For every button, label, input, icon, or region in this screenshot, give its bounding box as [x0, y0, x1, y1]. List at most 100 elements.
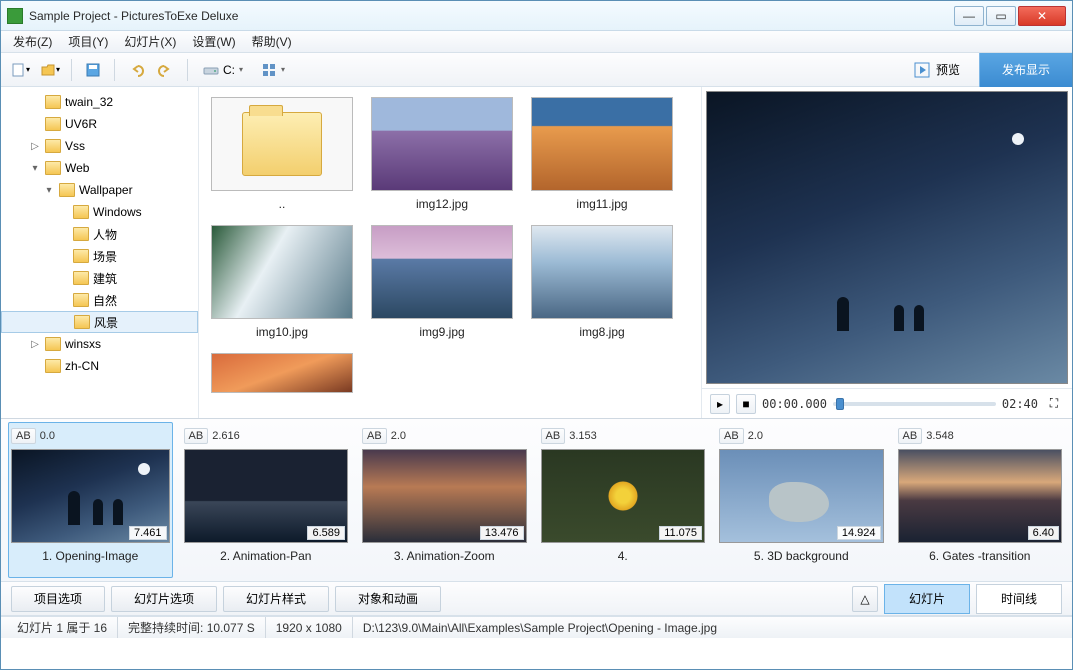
- slide-start-time: 0.0: [40, 430, 55, 442]
- ab-badge[interactable]: AB: [184, 428, 209, 444]
- folder-icon: [45, 117, 61, 131]
- timeline-tab[interactable]: 时间线: [976, 584, 1062, 614]
- tree-item[interactable]: ▾Wallpaper: [1, 179, 198, 201]
- drive-selector[interactable]: C: ▾: [196, 57, 250, 83]
- preview-pane: ▸ ■ 00:00.000 02:40 ⛶: [702, 87, 1072, 418]
- file-thumbnail[interactable]: img9.jpg: [371, 225, 513, 339]
- stop-button[interactable]: ■: [736, 394, 756, 414]
- file-browser[interactable]: .. img12.jpg img11.jpg img10.jpg img9.jpg img…: [199, 87, 702, 418]
- slide-name: 2. Animation-Pan: [184, 549, 349, 563]
- thumbnail-image: [211, 353, 353, 393]
- file-thumbnail[interactable]: img10.jpg: [211, 225, 353, 339]
- folder-tree[interactable]: twain_32 UV6R ▷Vss▾Web▾WallpaperWindows 人物场…: [1, 87, 199, 418]
- timeline-slide[interactable]: AB2.014.9245. 3D background: [719, 425, 884, 575]
- tree-item[interactable]: UV6R: [1, 113, 198, 135]
- slide-style-button[interactable]: 幻灯片样式: [223, 586, 329, 612]
- tree-item-label: 建筑: [93, 270, 117, 287]
- close-button[interactable]: ✕: [1018, 6, 1066, 26]
- view-selector[interactable]: ▾: [254, 57, 292, 83]
- app-icon: [7, 8, 23, 24]
- slide-start-time: 3.548: [926, 430, 954, 442]
- tree-item[interactable]: twain_32: [1, 91, 198, 113]
- preview-button[interactable]: 预览: [903, 56, 971, 84]
- file-thumbnail[interactable]: img8.jpg: [531, 225, 673, 339]
- save-button[interactable]: [80, 57, 106, 83]
- slide-timeline[interactable]: AB0.07.4611. Opening-ImageAB2.6166.5892.…: [1, 419, 1072, 582]
- file-thumbnail[interactable]: [211, 353, 353, 393]
- minimize-button[interactable]: —: [954, 6, 984, 26]
- slide-thumbnail: 11.075: [541, 449, 706, 543]
- ab-badge[interactable]: AB: [11, 428, 36, 444]
- tree-item[interactable]: Windows: [1, 201, 198, 223]
- parent-folder-item[interactable]: ..: [211, 97, 353, 211]
- folder-icon: [73, 271, 89, 285]
- maximize-button[interactable]: ▭: [986, 6, 1016, 26]
- tree-item[interactable]: 风景: [1, 311, 198, 333]
- objects-animation-button[interactable]: 对象和动画: [335, 586, 441, 612]
- thumbnail-label: img12.jpg: [416, 197, 468, 211]
- play-button[interactable]: ▸: [710, 394, 730, 414]
- tree-item-label: twain_32: [65, 95, 113, 109]
- timeline-slide[interactable]: AB3.5486.406. Gates -transition: [898, 425, 1063, 575]
- slide-end-time: 11.075: [659, 526, 702, 540]
- ab-badge[interactable]: AB: [719, 428, 744, 444]
- open-button[interactable]: ▾: [37, 57, 63, 83]
- undo-button[interactable]: [123, 57, 149, 83]
- slides-tab[interactable]: 幻灯片: [884, 584, 970, 614]
- tree-item-label: 自然: [93, 292, 117, 309]
- collapse-up-button[interactable]: △: [852, 586, 878, 612]
- slide-start-time: 2.0: [391, 430, 406, 442]
- menu-settings[interactable]: 设置(W): [184, 31, 243, 52]
- tree-item-label: 人物: [93, 226, 117, 243]
- timeline-slide[interactable]: AB2.6166.5892. Animation-Pan: [184, 425, 349, 575]
- fullscreen-button[interactable]: ⛶: [1044, 394, 1064, 414]
- thumbnail-label: img8.jpg: [579, 325, 624, 339]
- tree-item[interactable]: ▾Web: [1, 157, 198, 179]
- preview-viewport[interactable]: [706, 91, 1068, 384]
- tree-item[interactable]: 自然: [1, 289, 198, 311]
- menu-bar: 发布(Z) 项目(Y) 幻灯片(X) 设置(W) 帮助(V): [1, 31, 1072, 53]
- new-button[interactable]: ▾: [7, 57, 33, 83]
- redo-button[interactable]: [153, 57, 179, 83]
- seek-slider[interactable]: [833, 402, 996, 406]
- slide-thumbnail: 6.40: [898, 449, 1063, 543]
- timeline-slide[interactable]: AB3.15311.0754.: [541, 425, 706, 575]
- thumbnail-image: [531, 225, 673, 319]
- thumbnail-image: [371, 97, 513, 191]
- folder-icon: [45, 139, 61, 153]
- timeline-slide[interactable]: AB0.07.4611. Opening-Image: [8, 422, 173, 578]
- folder-icon: [59, 183, 75, 197]
- project-options-button[interactable]: 项目选项: [11, 586, 105, 612]
- thumbnail-label: img9.jpg: [419, 325, 464, 339]
- ab-badge[interactable]: AB: [541, 428, 566, 444]
- tree-caret-icon: ▷: [29, 141, 41, 152]
- tree-item[interactable]: zh-CN: [1, 355, 198, 377]
- status-bar: 幻灯片 1 属于 16 完整持续时间: 10.077 S 1920 x 1080…: [1, 616, 1072, 638]
- tree-item[interactable]: ▷Vss: [1, 135, 198, 157]
- tree-item-label: 场景: [93, 248, 117, 265]
- slide-start-time: 2.616: [212, 430, 240, 442]
- tree-item[interactable]: 人物: [1, 223, 198, 245]
- publish-button[interactable]: 发布显示: [979, 53, 1072, 87]
- slide-options-button[interactable]: 幻灯片选项: [111, 586, 217, 612]
- tree-item[interactable]: 场景: [1, 245, 198, 267]
- menu-slide[interactable]: 幻灯片(X): [116, 31, 184, 52]
- slide-start-time: 2.0: [748, 430, 763, 442]
- ab-badge[interactable]: AB: [898, 428, 923, 444]
- tree-item[interactable]: 建筑: [1, 267, 198, 289]
- thumbnail-image: [211, 97, 353, 191]
- menu-project[interactable]: 项目(Y): [60, 31, 116, 52]
- menu-help[interactable]: 帮助(V): [244, 31, 300, 52]
- tree-item-label: UV6R: [65, 117, 97, 131]
- thumbnail-label: img11.jpg: [576, 197, 627, 211]
- ab-badge[interactable]: AB: [362, 428, 387, 444]
- thumbnail-image: [211, 225, 353, 319]
- file-thumbnail[interactable]: img11.jpg: [531, 97, 673, 211]
- menu-publish[interactable]: 发布(Z): [5, 31, 60, 52]
- title-bar: Sample Project - PicturesToExe Deluxe — …: [1, 1, 1072, 31]
- folder-icon: [73, 249, 89, 263]
- tree-item[interactable]: ▷winsxs: [1, 333, 198, 355]
- timeline-slide[interactable]: AB2.013.4763. Animation-Zoom: [362, 425, 527, 575]
- thumbnail-label: ..: [279, 197, 286, 211]
- file-thumbnail[interactable]: img12.jpg: [371, 97, 513, 211]
